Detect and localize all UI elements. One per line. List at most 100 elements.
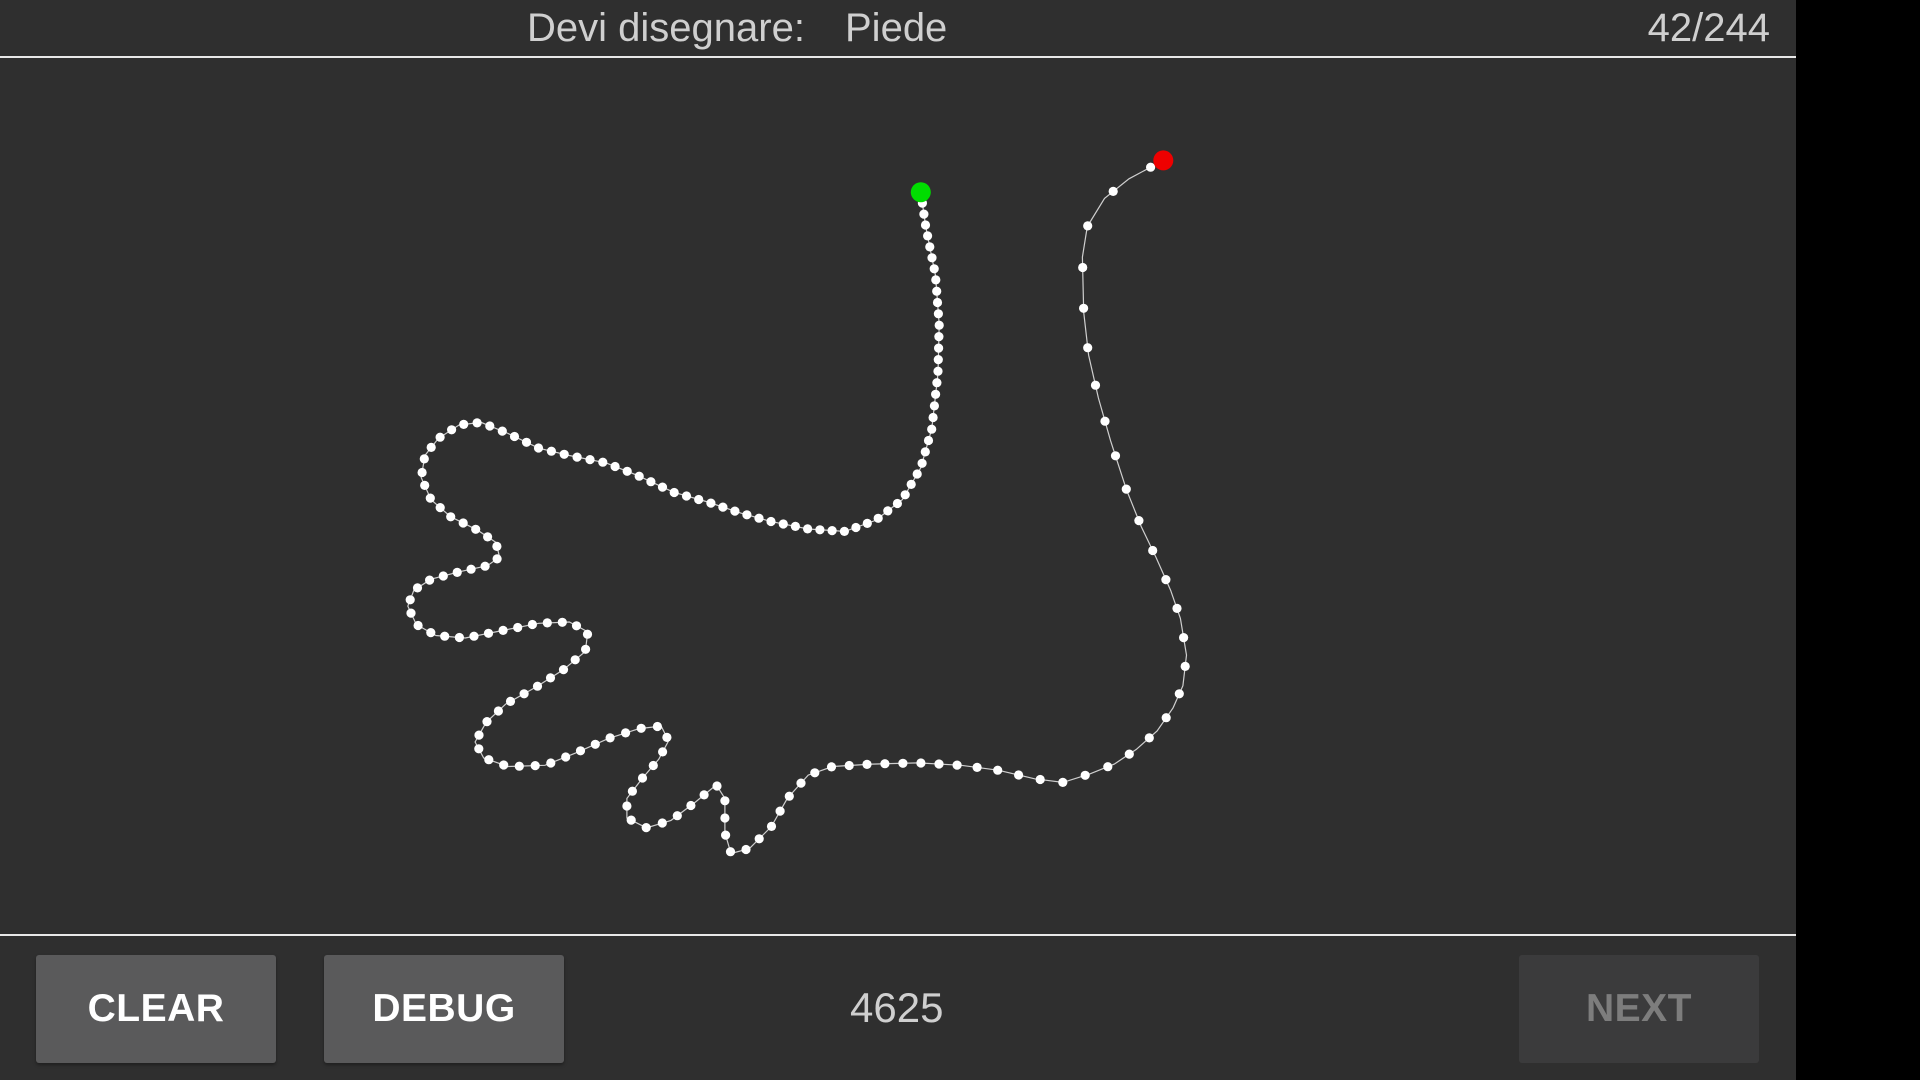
stroke-point — [810, 768, 820, 778]
stroke-point — [482, 717, 492, 727]
stroke-point — [900, 490, 910, 500]
stroke-point — [521, 437, 532, 447]
stroke-point — [1080, 770, 1090, 780]
app-window: Devi disegnare: Piede 42/244 CLEAR DEBUG… — [0, 0, 1796, 1080]
stroke-point — [425, 493, 435, 503]
stroke-point — [513, 622, 523, 633]
stroke-point — [916, 758, 926, 768]
stroke-point — [993, 765, 1003, 775]
stroke-point — [718, 502, 728, 512]
stroke-point — [1144, 733, 1154, 743]
stroke-point — [672, 811, 682, 821]
stroke-point — [681, 491, 692, 501]
stroke-point — [626, 815, 636, 825]
stroke-point — [657, 818, 667, 828]
stroke-point — [509, 431, 520, 442]
stroke-point — [447, 425, 457, 435]
stroke-point — [542, 618, 552, 628]
stroke-point — [527, 619, 538, 630]
stroke-point — [466, 564, 476, 574]
stroke-point — [917, 458, 927, 468]
stroke-point — [873, 513, 883, 523]
stroke-point — [571, 621, 582, 631]
stroke-point — [572, 452, 582, 462]
stroke-point — [933, 366, 943, 376]
stroke-point — [826, 762, 837, 772]
stroke-point — [1078, 262, 1088, 273]
stroke-point — [754, 834, 764, 844]
stroke-point — [927, 424, 937, 434]
stroke-point — [923, 435, 934, 446]
stroke-point — [1179, 633, 1189, 643]
stroke-point — [545, 673, 556, 683]
stroke-point — [972, 762, 982, 773]
stroke-point — [932, 378, 942, 388]
stroke-point — [469, 631, 479, 641]
stroke-point — [929, 401, 940, 411]
stroke-point — [912, 469, 922, 479]
stroke-point — [934, 759, 944, 769]
stroke-point — [546, 446, 557, 456]
stroke-point — [605, 733, 615, 743]
stroke-point — [725, 847, 736, 857]
stroke-point — [530, 761, 540, 771]
drawing-stroke — [405, 150, 1190, 857]
stroke-point — [720, 796, 730, 806]
stroke-point — [1103, 762, 1113, 772]
stroke-point — [1079, 303, 1089, 313]
prompt-word: Piede — [845, 6, 948, 50]
stroke-point — [839, 526, 850, 536]
stroke-point — [898, 758, 908, 768]
stroke-point — [652, 721, 663, 732]
stroke-point — [533, 443, 544, 453]
stroke-point — [446, 512, 456, 522]
stroke-point — [459, 419, 469, 429]
clear-button[interactable]: CLEAR — [36, 955, 276, 1063]
stroke-point — [641, 823, 651, 833]
stroke-point — [883, 506, 893, 516]
stroke-point — [621, 728, 631, 738]
stroke-point — [610, 461, 620, 472]
stroke-point — [1134, 516, 1144, 526]
stroke-point — [920, 220, 931, 230]
stroke-point — [851, 522, 861, 533]
stroke-point — [435, 432, 445, 442]
stroke-point — [815, 525, 825, 535]
stroke-point — [934, 320, 944, 330]
stroke-point — [721, 830, 731, 840]
stroke-point — [558, 665, 569, 675]
stroke-point — [559, 449, 569, 459]
stroke-point — [931, 275, 941, 285]
stroke-point — [412, 583, 423, 593]
stroke-point — [440, 631, 450, 641]
stroke-point — [472, 418, 482, 428]
header-bar: Devi disegnare: Piede 42/244 — [0, 0, 1796, 57]
score-value: 4625 — [850, 984, 944, 1031]
stroke-point — [1083, 343, 1093, 353]
stroke-point — [405, 595, 415, 605]
stroke-point — [483, 532, 493, 542]
stroke-point — [754, 513, 764, 523]
stroke-point — [1174, 689, 1184, 699]
stroke-point — [796, 778, 806, 788]
stroke-point — [862, 759, 872, 770]
stroke-point — [637, 773, 648, 783]
stroke-point — [712, 781, 722, 791]
stroke-point — [561, 752, 571, 762]
drawing-canvas[interactable] — [0, 58, 1796, 934]
stroke-point — [622, 801, 632, 811]
stroke-point — [498, 625, 508, 636]
stroke-point — [557, 617, 567, 627]
stroke-point — [646, 477, 656, 487]
stroke-point — [862, 518, 872, 528]
debug-button[interactable]: DEBUG — [324, 955, 564, 1063]
stroke-point — [706, 498, 716, 508]
stroke-point — [932, 286, 942, 296]
prompt-label: Devi disegnare: — [527, 6, 805, 50]
stroke-point — [493, 706, 503, 716]
stroke-point — [471, 524, 481, 534]
stroke-point — [452, 567, 462, 577]
stroke-point — [932, 297, 943, 308]
stroke-point — [1161, 575, 1171, 585]
stroke-point — [1121, 484, 1131, 494]
